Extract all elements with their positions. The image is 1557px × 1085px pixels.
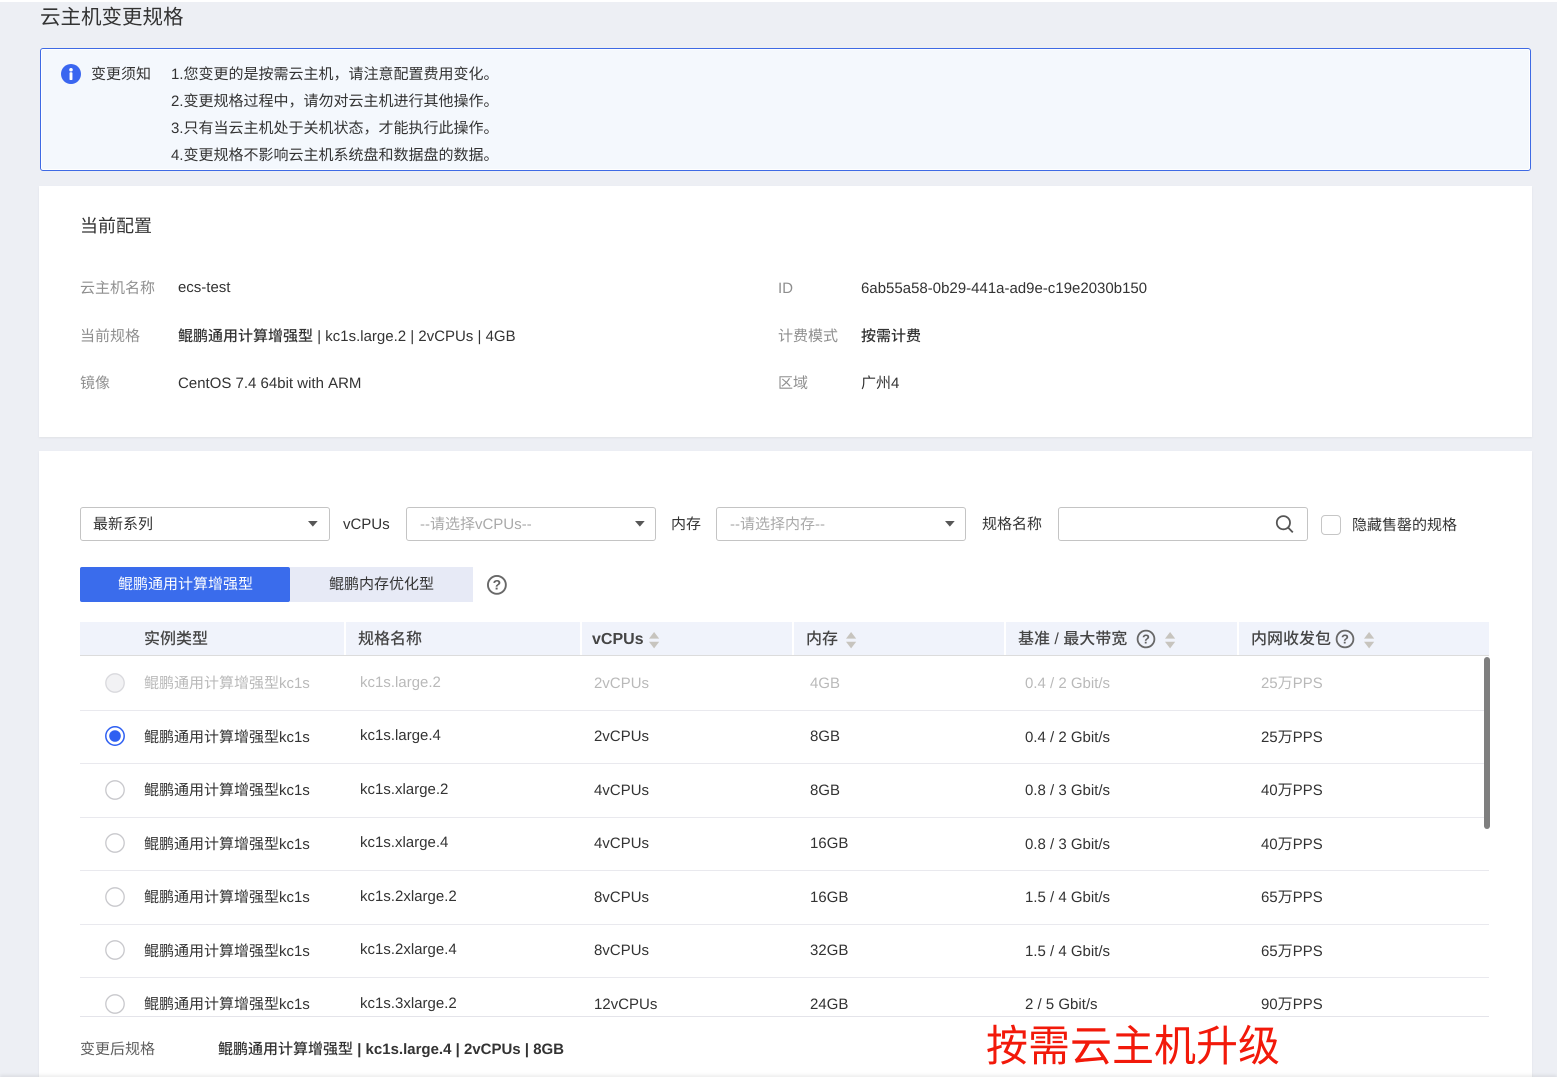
svg-text:?: ? [1341,631,1349,646]
svg-text:?: ? [1142,631,1150,646]
svg-text:?: ? [492,577,501,593]
